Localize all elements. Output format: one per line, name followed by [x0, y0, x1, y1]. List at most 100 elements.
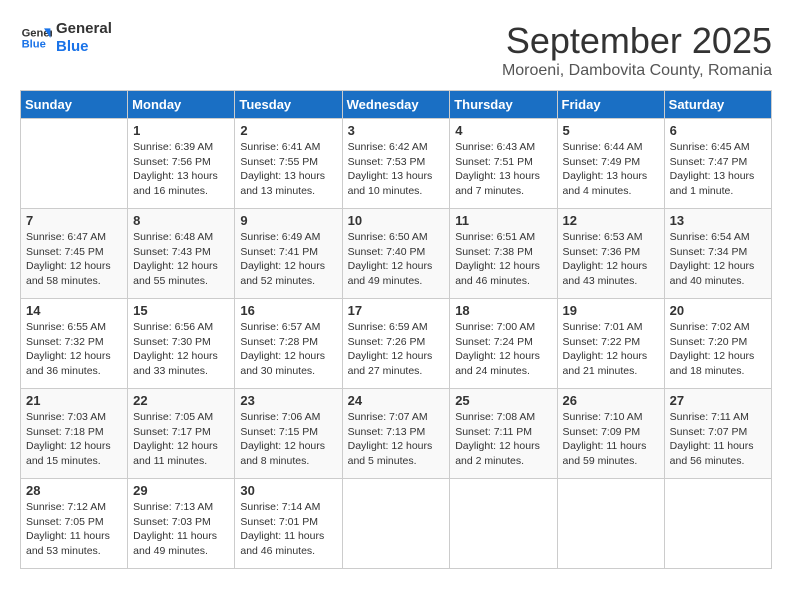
day-number: 17	[348, 303, 445, 318]
calendar-cell: 24 Sunrise: 7:07 AM Sunset: 7:13 PM Dayli…	[342, 389, 450, 479]
calendar-cell: 29 Sunrise: 7:13 AM Sunset: 7:03 PM Dayli…	[128, 479, 235, 569]
day-number: 28	[26, 483, 122, 498]
calendar-cell: 13Sunrise: 6:54 AM Sunset: 7:34 PM Dayli…	[664, 209, 771, 299]
day-number: 1	[133, 123, 229, 138]
calendar-cell: 17Sunrise: 6:59 AM Sunset: 7:26 PM Dayli…	[342, 299, 450, 389]
calendar-cell: 27 Sunrise: 7:11 AM Sunset: 7:07 PM Dayli…	[664, 389, 771, 479]
day-number: 16	[240, 303, 336, 318]
week-row-4: 21 Sunrise: 7:03 AM Sunset: 7:18 PM Dayli…	[21, 389, 772, 479]
day-number: 21	[26, 393, 122, 408]
day-number: 7	[26, 213, 122, 228]
day-number: 22	[133, 393, 229, 408]
day-info: Sunrise: 7:01 AM Sunset: 7:22 PM Dayligh…	[563, 320, 659, 379]
column-header-friday: Friday	[557, 91, 664, 119]
day-number: 20	[670, 303, 766, 318]
day-info: Sunrise: 7:14 AM Sunset: 7:01 PM Dayligh…	[240, 500, 336, 559]
day-info: Sunrise: 6:49 AM Sunset: 7:41 PM Dayligh…	[240, 230, 336, 289]
day-number: 26	[563, 393, 659, 408]
column-header-wednesday: Wednesday	[342, 91, 450, 119]
day-number: 6	[670, 123, 766, 138]
day-number: 8	[133, 213, 229, 228]
calendar-cell: 2Sunrise: 6:41 AM Sunset: 7:55 PM Daylig…	[235, 119, 342, 209]
day-number: 29	[133, 483, 229, 498]
location: Moroeni, Dambovita County, Romania	[502, 62, 772, 80]
day-info: Sunrise: 7:03 AM Sunset: 7:18 PM Dayligh…	[26, 410, 122, 469]
day-info: Sunrise: 7:00 AM Sunset: 7:24 PM Dayligh…	[455, 320, 551, 379]
calendar-cell: 28 Sunrise: 7:12 AM Sunset: 7:05 PM Dayli…	[21, 479, 128, 569]
day-number: 15	[133, 303, 229, 318]
day-number: 23	[240, 393, 336, 408]
calendar-cell: 6Sunrise: 6:45 AM Sunset: 7:47 PM Daylig…	[664, 119, 771, 209]
day-info: Sunrise: 7:11 AM Sunset: 7:07 PM Dayligh…	[670, 410, 766, 469]
column-header-saturday: Saturday	[664, 91, 771, 119]
calendar-cell: 16Sunrise: 6:57 AM Sunset: 7:28 PM Dayli…	[235, 299, 342, 389]
day-number: 27	[670, 393, 766, 408]
day-info: Sunrise: 6:39 AM Sunset: 7:56 PM Dayligh…	[133, 140, 229, 199]
week-row-5: 28 Sunrise: 7:12 AM Sunset: 7:05 PM Dayli…	[21, 479, 772, 569]
day-info: Sunrise: 6:47 AM Sunset: 7:45 PM Dayligh…	[26, 230, 122, 289]
day-info: Sunrise: 7:07 AM Sunset: 7:13 PM Dayligh…	[348, 410, 445, 469]
calendar-cell: 7 Sunrise: 6:47 AM Sunset: 7:45 PM Daylig…	[21, 209, 128, 299]
calendar-cell: 10Sunrise: 6:50 AM Sunset: 7:40 PM Dayli…	[342, 209, 450, 299]
calendar-cell	[664, 479, 771, 569]
day-number: 24	[348, 393, 445, 408]
calendar-cell: 22 Sunrise: 7:05 AM Sunset: 7:17 PM Dayli…	[128, 389, 235, 479]
week-row-1: 1 Sunrise: 6:39 AM Sunset: 7:56 PM Daylig…	[21, 119, 772, 209]
day-number: 12	[563, 213, 659, 228]
logo-text: General Blue	[56, 20, 112, 56]
calendar-cell: 23 Sunrise: 7:06 AM Sunset: 7:15 PM Dayli…	[235, 389, 342, 479]
page-header: General Blue General Blue September 2025…	[20, 20, 772, 80]
week-row-2: 7 Sunrise: 6:47 AM Sunset: 7:45 PM Daylig…	[21, 209, 772, 299]
day-info: Sunrise: 6:42 AM Sunset: 7:53 PM Dayligh…	[348, 140, 445, 199]
day-number: 25	[455, 393, 551, 408]
header-row: SundayMondayTuesdayWednesdayThursdayFrid…	[21, 91, 772, 119]
logo: General Blue General Blue	[20, 20, 112, 56]
calendar-cell: 25 Sunrise: 7:08 AM Sunset: 7:11 PM Dayli…	[450, 389, 557, 479]
month-title: September 2025	[502, 20, 772, 62]
calendar-cell	[21, 119, 128, 209]
day-number: 3	[348, 123, 445, 138]
day-number: 13	[670, 213, 766, 228]
day-info: Sunrise: 6:50 AM Sunset: 7:40 PM Dayligh…	[348, 230, 445, 289]
calendar-cell: 19 Sunrise: 7:01 AM Sunset: 7:22 PM Dayli…	[557, 299, 664, 389]
day-number: 19	[563, 303, 659, 318]
day-info: Sunrise: 6:43 AM Sunset: 7:51 PM Dayligh…	[455, 140, 551, 199]
calendar-cell	[557, 479, 664, 569]
calendar-cell: 3 Sunrise: 6:42 AM Sunset: 7:53 PM Daylig…	[342, 119, 450, 209]
calendar-cell: 11 Sunrise: 6:51 AM Sunset: 7:38 PM Dayli…	[450, 209, 557, 299]
calendar-table: SundayMondayTuesdayWednesdayThursdayFrid…	[20, 90, 772, 569]
day-info: Sunrise: 7:08 AM Sunset: 7:11 PM Dayligh…	[455, 410, 551, 469]
week-row-3: 14Sunrise: 6:55 AM Sunset: 7:32 PM Dayli…	[21, 299, 772, 389]
calendar-cell: 9 Sunrise: 6:49 AM Sunset: 7:41 PM Daylig…	[235, 209, 342, 299]
calendar-cell: 8 Sunrise: 6:48 AM Sunset: 7:43 PM Daylig…	[128, 209, 235, 299]
column-header-thursday: Thursday	[450, 91, 557, 119]
day-info: Sunrise: 6:51 AM Sunset: 7:38 PM Dayligh…	[455, 230, 551, 289]
day-number: 11	[455, 213, 551, 228]
day-number: 18	[455, 303, 551, 318]
day-info: Sunrise: 6:56 AM Sunset: 7:30 PM Dayligh…	[133, 320, 229, 379]
calendar-cell: 15 Sunrise: 6:56 AM Sunset: 7:30 PM Dayli…	[128, 299, 235, 389]
day-info: Sunrise: 7:02 AM Sunset: 7:20 PM Dayligh…	[670, 320, 766, 379]
day-info: Sunrise: 7:06 AM Sunset: 7:15 PM Dayligh…	[240, 410, 336, 469]
day-number: 5	[563, 123, 659, 138]
day-info: Sunrise: 7:12 AM Sunset: 7:05 PM Dayligh…	[26, 500, 122, 559]
calendar-cell: 5Sunrise: 6:44 AM Sunset: 7:49 PM Daylig…	[557, 119, 664, 209]
calendar-cell	[342, 479, 450, 569]
day-number: 14	[26, 303, 122, 318]
day-number: 2	[240, 123, 336, 138]
svg-text:Blue: Blue	[22, 39, 46, 51]
calendar-cell: 18 Sunrise: 7:00 AM Sunset: 7:24 PM Dayli…	[450, 299, 557, 389]
calendar-cell: 21 Sunrise: 7:03 AM Sunset: 7:18 PM Dayli…	[21, 389, 128, 479]
day-number: 30	[240, 483, 336, 498]
day-info: Sunrise: 7:10 AM Sunset: 7:09 PM Dayligh…	[563, 410, 659, 469]
day-info: Sunrise: 7:05 AM Sunset: 7:17 PM Dayligh…	[133, 410, 229, 469]
calendar-cell: 1 Sunrise: 6:39 AM Sunset: 7:56 PM Daylig…	[128, 119, 235, 209]
calendar-cell: 14Sunrise: 6:55 AM Sunset: 7:32 PM Dayli…	[21, 299, 128, 389]
day-info: Sunrise: 7:13 AM Sunset: 7:03 PM Dayligh…	[133, 500, 229, 559]
title-block: September 2025 Moroeni, Dambovita County…	[502, 20, 772, 80]
calendar-cell: 30 Sunrise: 7:14 AM Sunset: 7:01 PM Dayli…	[235, 479, 342, 569]
day-info: Sunrise: 6:48 AM Sunset: 7:43 PM Dayligh…	[133, 230, 229, 289]
day-number: 9	[240, 213, 336, 228]
day-number: 4	[455, 123, 551, 138]
calendar-cell: 20 Sunrise: 7:02 AM Sunset: 7:20 PM Dayli…	[664, 299, 771, 389]
